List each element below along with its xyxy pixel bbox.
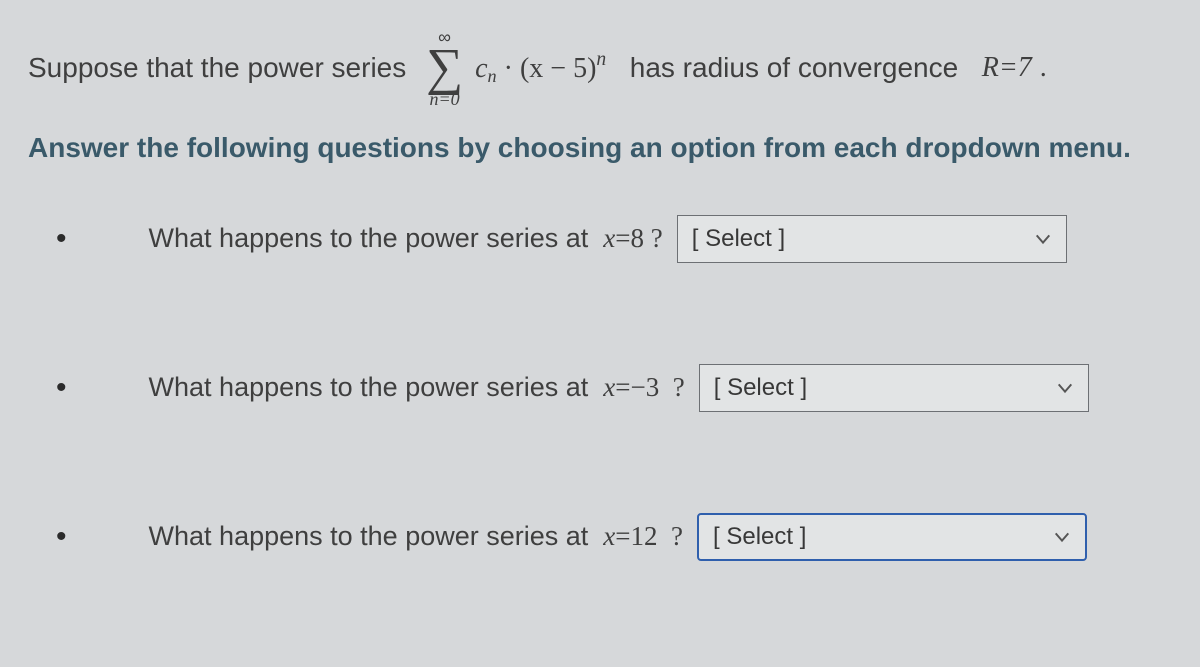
answer-dropdown-1[interactable]: [ Select ] (677, 215, 1067, 263)
question-item-3: What happens to the power series at x=12… (56, 490, 1172, 583)
dropdown-label: [ Select ] (713, 523, 806, 551)
instruction-text: Answer the following questions by choosi… (28, 132, 1172, 164)
sigma-symbol: ∑ (426, 46, 463, 90)
question-text: What happens to the power series at x=−3… (89, 341, 685, 434)
sigma-notation: ∞ ∑ n=0 (426, 28, 463, 108)
intro-mid: has radius of convergence (614, 51, 974, 85)
sigma-lower-limit: n=0 (429, 90, 459, 108)
question-text: What happens to the power series at x=8 … (89, 192, 663, 285)
radius-value: R=7 (982, 51, 1032, 85)
question-list: What happens to the power series at x=8 … (56, 192, 1172, 583)
chevron-down-icon (1053, 528, 1071, 546)
intro-prefix: Suppose that the power series (28, 51, 414, 85)
dropdown-label: [ Select ] (714, 374, 807, 402)
question-text: What happens to the power series at x=12… (89, 490, 683, 583)
dropdown-label: [ Select ] (692, 225, 785, 253)
chevron-down-icon (1034, 230, 1052, 248)
series-term: cn · (x − 5)n (475, 48, 606, 88)
chevron-down-icon (1056, 379, 1074, 397)
question-item-1: What happens to the power series at x=8 … (56, 192, 1172, 285)
question-item-2: What happens to the power series at x=−3… (56, 341, 1172, 434)
problem-statement: Suppose that the power series ∞ ∑ n=0 cn… (28, 28, 1172, 108)
answer-dropdown-2[interactable]: [ Select ] (699, 364, 1089, 412)
intro-period: . (1040, 51, 1047, 85)
answer-dropdown-3[interactable]: [ Select ] (697, 513, 1087, 561)
